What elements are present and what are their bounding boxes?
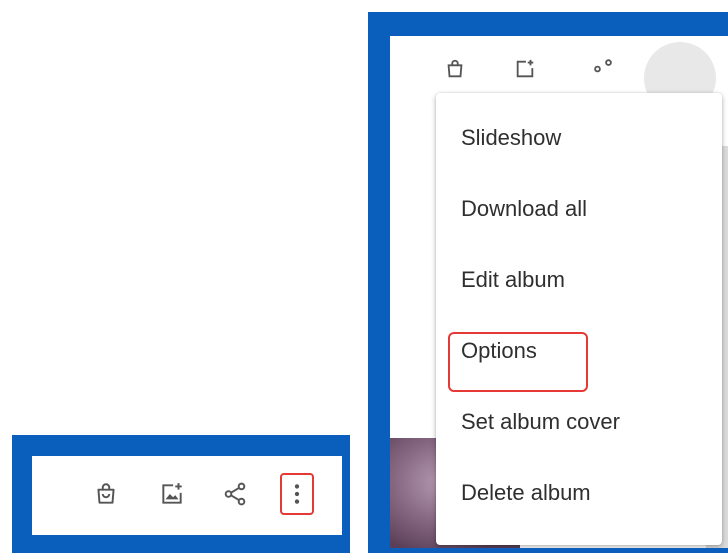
menu-item-options[interactable]: Options bbox=[436, 323, 722, 379]
menu-item-slideshow[interactable]: Slideshow bbox=[436, 110, 722, 166]
album-toolbar bbox=[32, 456, 342, 535]
menu-item-delete-album[interactable]: Delete album bbox=[436, 465, 722, 521]
menu-item-set-album-cover[interactable]: Set album cover bbox=[436, 394, 722, 450]
more-vertical-icon bbox=[294, 484, 300, 504]
menu-item-label: Set album cover bbox=[461, 409, 620, 434]
order-photos-button[interactable] bbox=[88, 476, 124, 512]
more-options-button[interactable] bbox=[280, 473, 314, 515]
menu-panel: Slideshow Download all Edit album Option… bbox=[368, 12, 728, 553]
share-button[interactable] bbox=[217, 476, 253, 512]
menu-item-download-all[interactable]: Download all bbox=[436, 181, 722, 237]
share-icon bbox=[594, 59, 612, 73]
menu-item-label: Edit album bbox=[461, 267, 565, 292]
add-photo-icon bbox=[516, 59, 534, 78]
overflow-menu: Slideshow Download all Edit album Option… bbox=[436, 93, 722, 545]
menu-item-label: Slideshow bbox=[461, 125, 562, 150]
toolbar-panel bbox=[12, 435, 350, 553]
menu-item-label: Download all bbox=[461, 196, 587, 221]
album-view: Slideshow Download all Edit album Option… bbox=[390, 36, 728, 548]
share-icon bbox=[224, 482, 246, 506]
add-photo-icon bbox=[162, 483, 182, 504]
menu-item-label: Delete album bbox=[461, 480, 591, 505]
shopping-bag-icon bbox=[447, 59, 463, 78]
add-photos-button[interactable] bbox=[154, 476, 190, 512]
shopping-bag-icon bbox=[97, 483, 115, 504]
menu-item-edit-album[interactable]: Edit album bbox=[436, 252, 722, 308]
menu-item-label: Options bbox=[461, 338, 537, 363]
